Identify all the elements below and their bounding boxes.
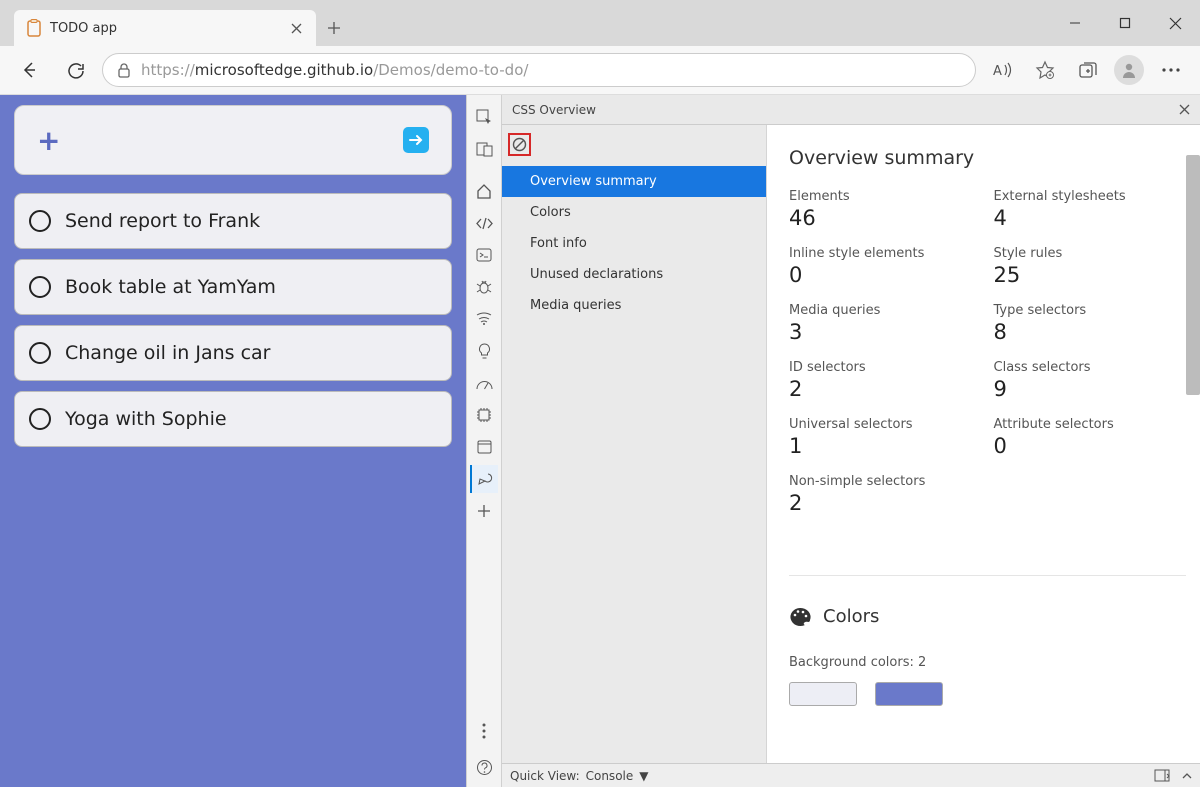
inspect-icon[interactable] xyxy=(470,103,498,131)
close-window-button[interactable] xyxy=(1150,0,1200,46)
refresh-button[interactable] xyxy=(56,51,94,89)
nav-media-queries[interactable]: Media queries xyxy=(502,290,766,321)
device-icon[interactable] xyxy=(470,135,498,163)
quick-view-label: Quick View: xyxy=(510,769,580,783)
stat-item: ID selectors2 xyxy=(789,360,982,401)
bug-icon[interactable] xyxy=(470,273,498,301)
circle-icon[interactable] xyxy=(29,210,51,232)
back-button[interactable] xyxy=(10,51,48,89)
minimize-button[interactable] xyxy=(1050,0,1100,46)
address-bar[interactable]: https://microsoftedge.github.io/Demos/de… xyxy=(102,53,976,87)
favorites-button[interactable] xyxy=(1026,51,1064,89)
application-icon[interactable] xyxy=(470,433,498,461)
read-aloud-button[interactable]: A xyxy=(984,51,1022,89)
stat-item: Media queries3 xyxy=(789,303,982,344)
clipboard-icon xyxy=(26,19,42,37)
task-text: Change oil in Jans car xyxy=(65,342,271,364)
nav-font-info[interactable]: Font info xyxy=(502,228,766,259)
content-area: + Send report to Frank Book table at Yam… xyxy=(0,95,1200,787)
task-text: Yoga with Sophie xyxy=(65,408,227,430)
task-text: Book table at YamYam xyxy=(65,276,276,298)
stat-item: Non-simple selectors2 xyxy=(789,474,982,515)
circle-icon[interactable] xyxy=(29,408,51,430)
add-panel-icon[interactable] xyxy=(470,497,498,525)
quick-view-value[interactable]: Console xyxy=(586,769,634,783)
quick-view-bar: Quick View: Console ▼ xyxy=(502,763,1200,787)
browser-toolbar: https://microsoftedge.github.io/Demos/de… xyxy=(0,46,1200,95)
url-text: https://microsoftedge.github.io/Demos/de… xyxy=(141,61,528,79)
stats-grid: Elements46 External stylesheets4 Inline … xyxy=(789,189,1186,515)
task-row[interactable]: Send report to Frank xyxy=(14,193,452,249)
color-swatch[interactable] xyxy=(875,682,943,706)
memory-icon[interactable] xyxy=(470,401,498,429)
nav-unused-declarations[interactable]: Unused declarations xyxy=(502,259,766,290)
bg-colors-label: Background colors: 2 xyxy=(789,655,1186,670)
color-swatch[interactable] xyxy=(789,682,857,706)
devtools-sidebar xyxy=(466,95,502,787)
close-icon[interactable] xyxy=(288,20,304,36)
svg-text:A: A xyxy=(993,64,1002,79)
panel-title: CSS Overview xyxy=(512,103,596,117)
home-icon[interactable] xyxy=(470,177,498,205)
palette-icon xyxy=(789,607,811,627)
colors-heading: Colors xyxy=(823,606,879,627)
task-text: Send report to Frank xyxy=(65,210,260,232)
task-row[interactable]: Book table at YamYam xyxy=(14,259,452,315)
css-overview-icon[interactable] xyxy=(470,465,498,493)
circle-icon[interactable] xyxy=(29,276,51,298)
console-icon[interactable] xyxy=(470,241,498,269)
task-row[interactable]: Yoga with Sophie xyxy=(14,391,452,447)
nav-overview-summary[interactable]: Overview summary xyxy=(502,166,766,197)
panel-header: CSS Overview xyxy=(502,95,1200,125)
todo-app: + Send report to Frank Book table at Yam… xyxy=(0,95,466,787)
overview-main: Overview summary Elements46 External sty… xyxy=(767,125,1200,787)
arrow-right-icon[interactable] xyxy=(403,127,429,153)
stat-item: Inline style elements0 xyxy=(789,246,982,287)
new-tab-button[interactable] xyxy=(316,10,352,46)
overview-nav: Overview summary Colors Font info Unused… xyxy=(502,125,767,787)
nav-colors[interactable]: Colors xyxy=(502,197,766,228)
chevron-up-icon[interactable] xyxy=(1182,772,1192,779)
stat-item: Style rules25 xyxy=(994,246,1187,287)
clear-overview-button[interactable] xyxy=(508,133,531,156)
circle-icon[interactable] xyxy=(29,342,51,364)
title-bar: TODO app xyxy=(0,0,1200,46)
collections-button[interactable] xyxy=(1068,51,1106,89)
lock-icon xyxy=(117,62,131,78)
maximize-button[interactable] xyxy=(1100,0,1150,46)
tab-title: TODO app xyxy=(50,21,280,36)
network-icon[interactable] xyxy=(470,305,498,333)
stat-item: External stylesheets4 xyxy=(994,189,1187,230)
stat-item: Universal selectors1 xyxy=(789,417,982,458)
stat-item: Type selectors8 xyxy=(994,303,1187,344)
lightbulb-icon[interactable] xyxy=(470,337,498,365)
performance-icon[interactable] xyxy=(470,369,498,397)
window-controls xyxy=(1050,0,1200,46)
more-button[interactable] xyxy=(1152,51,1190,89)
dock-icon[interactable] xyxy=(1154,769,1170,782)
more-tools-icon[interactable] xyxy=(470,717,498,745)
plus-icon: + xyxy=(37,124,60,157)
css-overview-panel: CSS Overview Overview summary Colors Fon… xyxy=(502,95,1200,787)
section-heading: Overview summary xyxy=(789,147,1186,169)
browser-tab[interactable]: TODO app xyxy=(14,10,316,46)
stat-item: Class selectors9 xyxy=(994,360,1187,401)
scrollbar[interactable] xyxy=(1186,155,1200,395)
dropdown-icon[interactable]: ▼ xyxy=(639,769,648,783)
stat-item: Attribute selectors0 xyxy=(994,417,1187,458)
task-row[interactable]: Change oil in Jans car xyxy=(14,325,452,381)
profile-button[interactable] xyxy=(1110,51,1148,89)
colors-section: Colors Background colors: 2 xyxy=(789,575,1186,706)
close-panel-button[interactable] xyxy=(1179,104,1190,115)
stat-item: Elements46 xyxy=(789,189,982,230)
add-task-row[interactable]: + xyxy=(14,105,452,175)
elements-icon[interactable] xyxy=(470,209,498,237)
help-icon[interactable] xyxy=(470,753,498,781)
swatch-row xyxy=(789,682,1186,706)
